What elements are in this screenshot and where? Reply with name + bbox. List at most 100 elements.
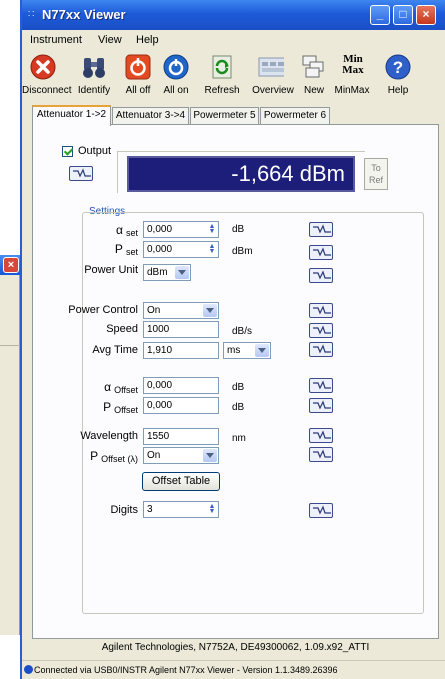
wavelength-field[interactable]: 1550: [143, 428, 219, 445]
waveform-icon: [313, 247, 331, 257]
toolbar: Disconnect Identify All off All on Refre…: [22, 50, 445, 102]
power-unit-select[interactable]: dBm: [143, 264, 191, 281]
speed-field[interactable]: 1000: [143, 321, 219, 338]
offset-table-button[interactable]: Offset Table: [142, 472, 220, 491]
alpha-set-sub: set: [125, 228, 138, 238]
connection-icon: [24, 665, 33, 674]
p-set-field[interactable]: 0,000 ▲ ▼: [143, 241, 219, 258]
new-label: New: [303, 85, 324, 96]
waveform-icon: [313, 380, 331, 390]
all-off-button[interactable]: All off: [118, 50, 158, 100]
menu-view[interactable]: View: [98, 34, 122, 46]
digits-label: Digits: [110, 504, 138, 516]
minmax-icon-max: Max: [342, 64, 364, 76]
power-control-graph-button[interactable]: [309, 303, 333, 318]
maximize-button[interactable]: □: [393, 5, 413, 25]
digits-field[interactable]: 3 ▲ ▼: [143, 501, 219, 518]
refresh-label: Refresh: [204, 85, 240, 96]
menu-bar: Instrument View Help: [22, 30, 445, 50]
main-window: ∷ N77xx Viewer _ □ × Instrument View Hel…: [20, 0, 445, 679]
p-offset-label: P Offset: [62, 400, 138, 415]
disconnect-button[interactable]: Disconnect: [22, 50, 72, 100]
close-button[interactable]: ×: [416, 5, 436, 25]
menu-instrument[interactable]: Instrument: [30, 34, 82, 46]
overview-button[interactable]: Overview: [248, 50, 298, 100]
alpha-offset-sub: Offset: [114, 385, 138, 395]
speed-unit: dB/s: [232, 326, 253, 337]
output-label: Output: [78, 145, 112, 157]
power-control-select[interactable]: On: [143, 302, 219, 319]
waveform-icon: [313, 305, 331, 315]
alpha-set-symbol: α: [115, 223, 123, 237]
all-on-button[interactable]: All on: [158, 50, 194, 100]
power-red-icon: [125, 54, 151, 80]
menu-help[interactable]: Help: [136, 34, 159, 46]
identify-button[interactable]: Identify: [72, 50, 116, 100]
help-button[interactable]: ? Help: [380, 50, 416, 100]
waveform-icon: [313, 270, 331, 280]
spinner-icon[interactable]: ▲ ▼: [208, 223, 216, 235]
speed-graph-button[interactable]: [309, 323, 333, 338]
p-offset-lambda-symbol: P: [90, 449, 99, 463]
alpha-offset-graph-button[interactable]: [309, 378, 333, 393]
alpha-set-field[interactable]: 0,000 ▲ ▼: [143, 221, 219, 238]
output-checkbox[interactable]: [62, 146, 73, 157]
overview-label: Overview: [252, 85, 294, 96]
power-unit-value: dBm: [147, 267, 168, 278]
power-control-label: Power Control: [68, 304, 138, 316]
minmax-button[interactable]: Min Max MinMax: [330, 50, 374, 100]
background-window-close-icon[interactable]: ×: [3, 257, 19, 273]
avg-time-label: Avg Time: [92, 344, 138, 356]
alpha-offset-symbol: α: [104, 380, 112, 394]
power-unit-graph-button[interactable]: [309, 268, 333, 283]
digits-graph-button[interactable]: [309, 503, 333, 518]
avg-time-graph-button[interactable]: [309, 342, 333, 357]
minimize-button[interactable]: _: [370, 5, 390, 25]
p-set-graph-button[interactable]: [309, 245, 333, 260]
wavelength-graph-button[interactable]: [309, 428, 333, 443]
alpha-set-label: α set: [82, 223, 138, 238]
tab-attenuator-3-4[interactable]: Attenuator 3->4: [112, 107, 189, 125]
p-offset-unit: dB: [232, 402, 245, 413]
new-button[interactable]: New: [298, 50, 330, 100]
avg-time-unit-select[interactable]: ms: [223, 342, 271, 359]
disconnect-label: Disconnect: [22, 85, 72, 96]
refresh-button[interactable]: Refresh: [198, 50, 246, 100]
to-ref-button[interactable]: To Ref: [364, 158, 388, 190]
alpha-set-graph-button[interactable]: [309, 222, 333, 237]
refresh-icon: [212, 55, 232, 79]
avg-time-unit-value: ms: [227, 345, 241, 356]
new-window-icon: [302, 55, 324, 78]
tab-powermeter-6[interactable]: Powermeter 6: [260, 107, 330, 125]
p-offset-graph-button[interactable]: [309, 398, 333, 413]
p-set-sub: set: [125, 247, 138, 257]
p-offset-lambda-select[interactable]: On: [143, 447, 219, 464]
tab-powermeter-5[interactable]: Powermeter 5: [190, 107, 259, 125]
tab-attenuator-1-2[interactable]: Attenuator 1->2: [32, 105, 111, 126]
waveform-icon: [313, 400, 331, 410]
p-offset-lambda-graph-button[interactable]: [309, 447, 333, 462]
output-frame: [117, 151, 365, 152]
alpha-offset-label: α Offset: [62, 380, 138, 395]
chevron-down-icon[interactable]: [175, 266, 189, 279]
to-ref-label-to: To: [371, 163, 381, 173]
output-graph-button[interactable]: [69, 166, 93, 181]
title-bar[interactable]: ∷ N77xx Viewer _ □ ×: [22, 0, 445, 30]
device-info: Agilent Technologies, N7752A, DE49300062…: [101, 642, 370, 653]
spinner-icon[interactable]: ▲ ▼: [208, 503, 216, 515]
alpha-offset-field[interactable]: 0,000: [143, 377, 219, 394]
background-window: ×: [0, 255, 20, 635]
avg-time-field[interactable]: 1,910: [143, 342, 219, 359]
binoculars-icon: [83, 58, 105, 78]
chevron-down-icon[interactable]: [203, 449, 217, 462]
window-title: N77xx Viewer: [42, 7, 126, 22]
spinner-icon[interactable]: ▲ ▼: [208, 243, 216, 255]
chevron-down-icon[interactable]: [255, 344, 269, 357]
p-offset-symbol: P: [103, 400, 112, 414]
status-bar: Connected via USB0/INSTR Agilent N77xx V…: [22, 660, 445, 679]
waveform-icon: [313, 505, 331, 515]
digits-value: 3: [147, 504, 153, 515]
p-offset-field[interactable]: 0,000: [143, 397, 219, 414]
all-off-label: All off: [125, 85, 151, 96]
chevron-down-icon[interactable]: [203, 304, 217, 317]
